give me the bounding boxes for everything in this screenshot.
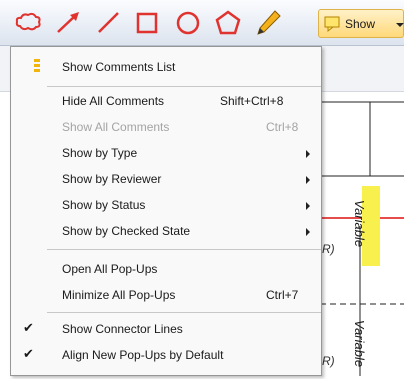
comments-icon bbox=[324, 15, 342, 38]
fragment-text-2: R) bbox=[322, 354, 335, 368]
menu-item-label: Open All Pop-Ups bbox=[62, 262, 158, 276]
menu-item-label: Show Comments List bbox=[62, 60, 176, 74]
menu-item-minimize-all-popups[interactable]: Minimize All Pop-Ups Ctrl+7 bbox=[11, 282, 321, 309]
menu-item-label: Minimize All Pop-Ups bbox=[62, 288, 176, 302]
menu-item-hide-all-comments[interactable]: Hide All Comments Shift+Ctrl+8 bbox=[11, 88, 321, 115]
menu-item-show-connector-lines[interactable]: ✔ Show Connector Lines bbox=[11, 316, 321, 343]
submenu-arrow-icon bbox=[306, 150, 310, 158]
menu-item-label: Align New Pop-Ups by Default bbox=[62, 348, 224, 362]
menu-item-open-all-popups[interactable]: Open All Pop-Ups bbox=[11, 256, 321, 283]
arrow-tool-icon[interactable] bbox=[52, 8, 84, 38]
menu-item-label: Show by Checked State bbox=[62, 224, 191, 238]
oval-tool-icon[interactable] bbox=[172, 8, 204, 38]
menu-item-show-by-checked-state[interactable]: Show by Checked State bbox=[11, 218, 321, 245]
menu-item-show-comments-list[interactable]: Show Comments List bbox=[11, 54, 321, 81]
submenu-arrow-icon bbox=[306, 228, 310, 236]
menu-item-shortcut: Shift+Ctrl+8 bbox=[220, 94, 284, 108]
submenu-arrow-icon bbox=[306, 202, 310, 210]
cloud-tool-icon[interactable] bbox=[12, 8, 44, 38]
fragment-text: R) bbox=[322, 242, 335, 256]
menu-item-show-by-status[interactable]: Show by Status bbox=[11, 192, 321, 219]
pencil-tool-icon[interactable] bbox=[252, 8, 284, 38]
menu-item-label: Hide All Comments bbox=[62, 94, 165, 108]
menu-separator bbox=[47, 312, 321, 313]
menu-item-show-by-reviewer[interactable]: Show by Reviewer bbox=[11, 166, 321, 193]
show-button-label: Show bbox=[345, 17, 376, 31]
checkmark-icon: ✔ bbox=[23, 346, 34, 361]
menu-item-align-new-popups[interactable]: ✔ Align New Pop-Ups by Default bbox=[11, 342, 321, 369]
checkmark-icon: ✔ bbox=[23, 320, 34, 335]
menu-item-show-all-comments: Show All Comments Ctrl+8 bbox=[11, 114, 321, 141]
menu-item-shortcut: Ctrl+8 bbox=[266, 120, 299, 134]
show-button[interactable]: Show bbox=[318, 9, 404, 38]
menu-item-label: Show All Comments bbox=[62, 120, 170, 134]
menu-item-label: Show Connector Lines bbox=[62, 322, 183, 336]
polygon-tool-icon[interactable] bbox=[212, 8, 244, 38]
menu-item-shortcut: Ctrl+7 bbox=[266, 288, 299, 302]
menu-separator bbox=[47, 86, 321, 87]
menu-item-label: Show by Reviewer bbox=[62, 172, 162, 186]
variable-label: Variable bbox=[352, 199, 368, 248]
menu-item-label: Show by Status bbox=[62, 198, 146, 212]
rectangle-tool-icon[interactable] bbox=[131, 8, 163, 38]
comment-toolbar: Show bbox=[0, 0, 404, 46]
show-dropdown-menu: Show Comments List Hide All Comments Shi… bbox=[10, 46, 322, 376]
menu-item-label: Show by Type bbox=[62, 146, 138, 160]
comments-list-icon bbox=[31, 58, 45, 81]
menu-separator bbox=[47, 249, 321, 250]
submenu-arrow-icon bbox=[306, 176, 310, 184]
chevron-down-icon bbox=[396, 23, 404, 27]
variable-label-2: Variable bbox=[352, 319, 368, 368]
menu-item-show-by-type[interactable]: Show by Type bbox=[11, 140, 321, 167]
line-tool-icon[interactable] bbox=[92, 8, 124, 38]
